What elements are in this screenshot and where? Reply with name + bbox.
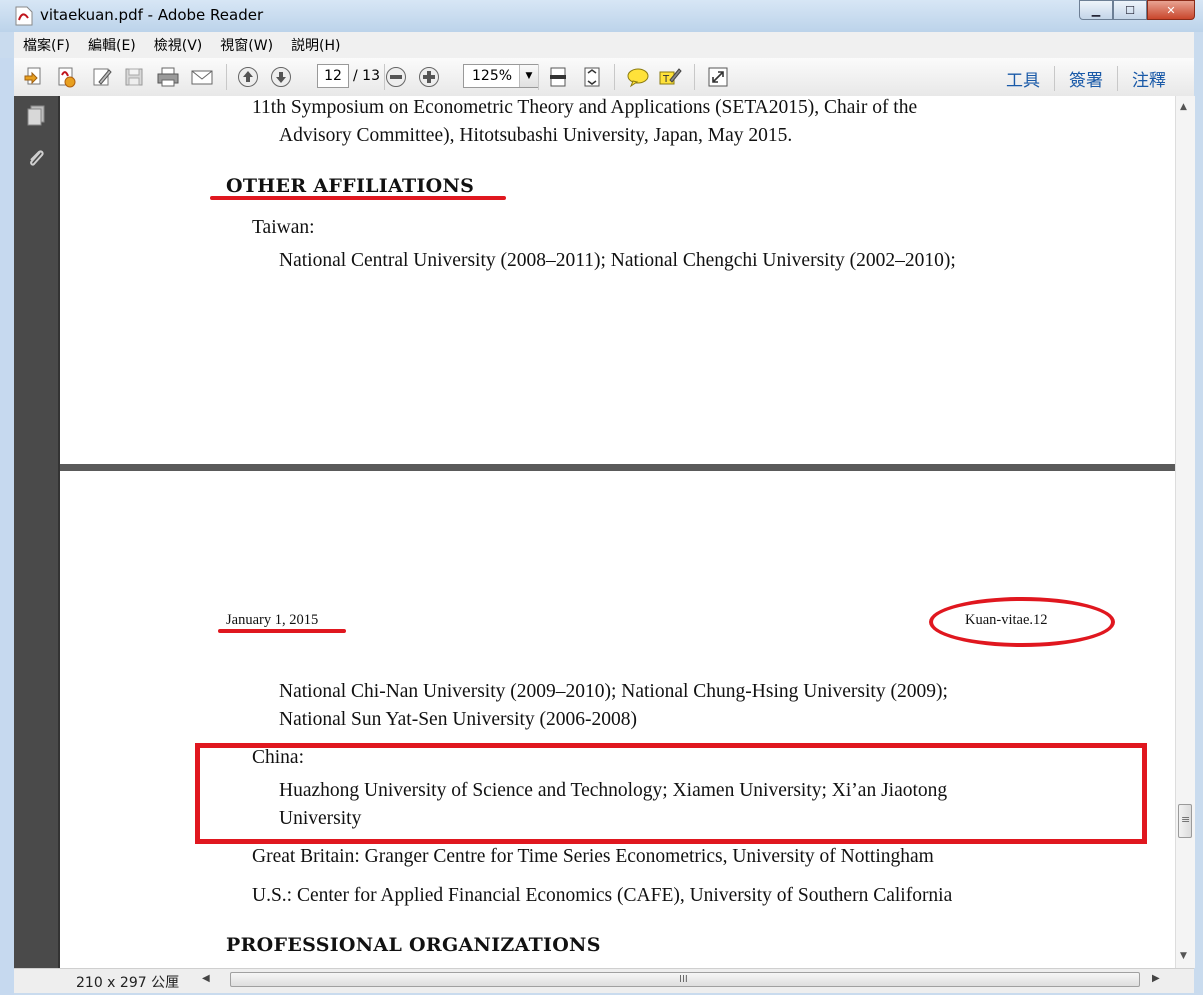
fit-page-icon bbox=[550, 67, 566, 87]
comment-button[interactable] bbox=[626, 65, 650, 89]
maximize-button[interactable]: ☐ bbox=[1113, 0, 1147, 20]
print-button[interactable] bbox=[156, 65, 180, 89]
zoom-value: 125% bbox=[472, 68, 513, 84]
doc-text-line: National Central University (2008–2011);… bbox=[279, 250, 956, 271]
speech-bubble-icon bbox=[627, 68, 649, 88]
scroll-left-icon[interactable]: ◀ bbox=[202, 973, 210, 984]
title-bar: vitaekuan.pdf - Adobe Reader ▁ ☐ ✕ bbox=[0, 0, 1203, 32]
menu-view[interactable]: 檢視(V) bbox=[145, 35, 212, 55]
page-break bbox=[60, 464, 1175, 471]
toolbar-separator bbox=[226, 64, 227, 90]
expand-icon bbox=[708, 67, 728, 87]
doc-text-line: National Chi-Nan University (2009–2010);… bbox=[279, 681, 948, 702]
window-controls: ▁ ☐ ✕ bbox=[1079, 0, 1195, 21]
open-button[interactable] bbox=[22, 65, 46, 89]
fit-width-button[interactable] bbox=[580, 65, 604, 89]
sign-link[interactable]: 簽署 bbox=[1054, 66, 1117, 91]
vertical-scrollbar[interactable]: ▲ ≡ ▼ bbox=[1175, 96, 1195, 968]
full-screen-button[interactable] bbox=[706, 65, 730, 89]
doc-text-line: Great Britain: Granger Centre for Time S… bbox=[252, 846, 934, 867]
save-disk-icon bbox=[125, 68, 143, 86]
grip-icon: III bbox=[679, 974, 688, 985]
page-thumbnails-icon[interactable] bbox=[24, 104, 48, 128]
fit-page-button[interactable] bbox=[546, 65, 570, 89]
document-view[interactable]: 11th Symposium on Econometric Theory and… bbox=[60, 96, 1175, 968]
scroll-right-icon[interactable]: ▶ bbox=[1152, 973, 1160, 984]
toolbar-separator bbox=[614, 64, 615, 90]
chevron-down-icon[interactable]: ▼ bbox=[519, 65, 538, 87]
scrollbar-thumb[interactable]: ≡ bbox=[1178, 804, 1192, 838]
zoom-out-button[interactable] bbox=[384, 65, 408, 89]
toolbar-separator bbox=[538, 64, 539, 90]
page-header-date: January 1, 2015 bbox=[226, 612, 319, 628]
toolbar-separator bbox=[694, 64, 695, 90]
page-number-input[interactable]: 12 bbox=[317, 64, 349, 88]
fit-width-icon bbox=[584, 67, 600, 87]
open-file-icon bbox=[24, 67, 41, 85]
tools-link[interactable]: 工具 bbox=[992, 66, 1054, 91]
scrollbar-thumb[interactable]: III bbox=[230, 972, 1140, 987]
china-label: China: bbox=[252, 747, 304, 768]
doc-text-line: University bbox=[279, 808, 362, 829]
doc-text-line: National Sun Yat-Sen University (2006-20… bbox=[279, 709, 638, 730]
red-underline-annotation bbox=[218, 629, 346, 633]
previous-page-button[interactable] bbox=[236, 65, 260, 89]
plus-circle-icon bbox=[419, 67, 439, 87]
app-window: vitaekuan.pdf - Adobe Reader ▁ ☐ ✕ 檔案(F)… bbox=[0, 0, 1203, 995]
menu-help[interactable]: 説明(H) bbox=[282, 35, 349, 55]
grip-icon: ≡ bbox=[1181, 813, 1191, 826]
minus-circle-icon bbox=[386, 67, 406, 87]
red-underline-annotation bbox=[210, 196, 506, 200]
highlighter-icon: T bbox=[659, 68, 682, 85]
menu-file[interactable]: 檔案(F) bbox=[14, 35, 79, 55]
menu-bar: 檔案(F) 編輯(E) 檢視(V) 視窗(W) 説明(H) bbox=[14, 32, 1194, 59]
minimize-button[interactable]: ▁ bbox=[1079, 0, 1113, 20]
panel-links: 工具 簽署 注釋 bbox=[992, 66, 1180, 91]
zoom-in-button[interactable] bbox=[417, 65, 441, 89]
status-bar: 210 x 297 公厘 ◀ III ▶ bbox=[14, 968, 1194, 993]
envelope-icon bbox=[191, 70, 213, 85]
highlight-button[interactable]: T bbox=[658, 65, 682, 89]
section-heading-professional-organizations: PROFESSIONAL ORGANIZATIONS bbox=[226, 934, 601, 956]
window-frame-left bbox=[0, 58, 14, 995]
doc-text-line: Huazhong University of Science and Techn… bbox=[279, 780, 948, 801]
scroll-up-icon[interactable]: ▲ bbox=[1180, 102, 1187, 112]
page-size-label: 210 x 297 公厘 bbox=[76, 975, 180, 991]
doc-text-line: Advisory Committee), Hitotsubashi Univer… bbox=[279, 125, 793, 146]
doc-text-line: 11th Symposium on Econometric Theory and… bbox=[252, 97, 918, 118]
window-title: vitaekuan.pdf - Adobe Reader bbox=[40, 6, 264, 24]
page-total: / 13 bbox=[353, 68, 380, 84]
close-button[interactable]: ✕ bbox=[1147, 0, 1195, 20]
svg-text:T: T bbox=[662, 74, 670, 85]
email-button[interactable] bbox=[190, 65, 214, 89]
scroll-down-icon[interactable]: ▼ bbox=[1180, 951, 1187, 961]
next-page-button[interactable] bbox=[269, 65, 293, 89]
create-pdf-icon bbox=[58, 67, 76, 88]
navigation-pane bbox=[14, 96, 60, 968]
toolbar: 12 / 13 125% ▼ T 工具 簽署 注釋 bbox=[14, 58, 1194, 97]
section-heading-other-affiliations: OTHER AFFILIATIONS bbox=[226, 175, 475, 197]
save-button[interactable] bbox=[122, 65, 146, 89]
zoom-select[interactable]: 125% ▼ bbox=[463, 64, 539, 88]
arrow-up-circle-icon bbox=[238, 67, 258, 87]
edit-pdf-button[interactable] bbox=[90, 65, 114, 89]
taiwan-label: Taiwan: bbox=[252, 217, 315, 238]
pdf-file-icon bbox=[15, 6, 33, 26]
edit-pencil-icon bbox=[93, 68, 112, 86]
red-oval-annotation bbox=[929, 597, 1115, 647]
printer-icon bbox=[157, 67, 179, 87]
menu-edit[interactable]: 編輯(E) bbox=[79, 35, 145, 55]
horizontal-scrollbar[interactable]: ◀ III ▶ bbox=[200, 971, 1164, 989]
create-pdf-button[interactable] bbox=[54, 65, 78, 89]
arrow-down-circle-icon bbox=[271, 67, 291, 87]
doc-text-line: U.S.: Center for Applied Financial Econo… bbox=[252, 885, 953, 906]
comment-link[interactable]: 注釋 bbox=[1117, 66, 1180, 91]
menu-window[interactable]: 視窗(W) bbox=[211, 35, 282, 55]
attachments-paperclip-icon[interactable] bbox=[24, 146, 48, 170]
